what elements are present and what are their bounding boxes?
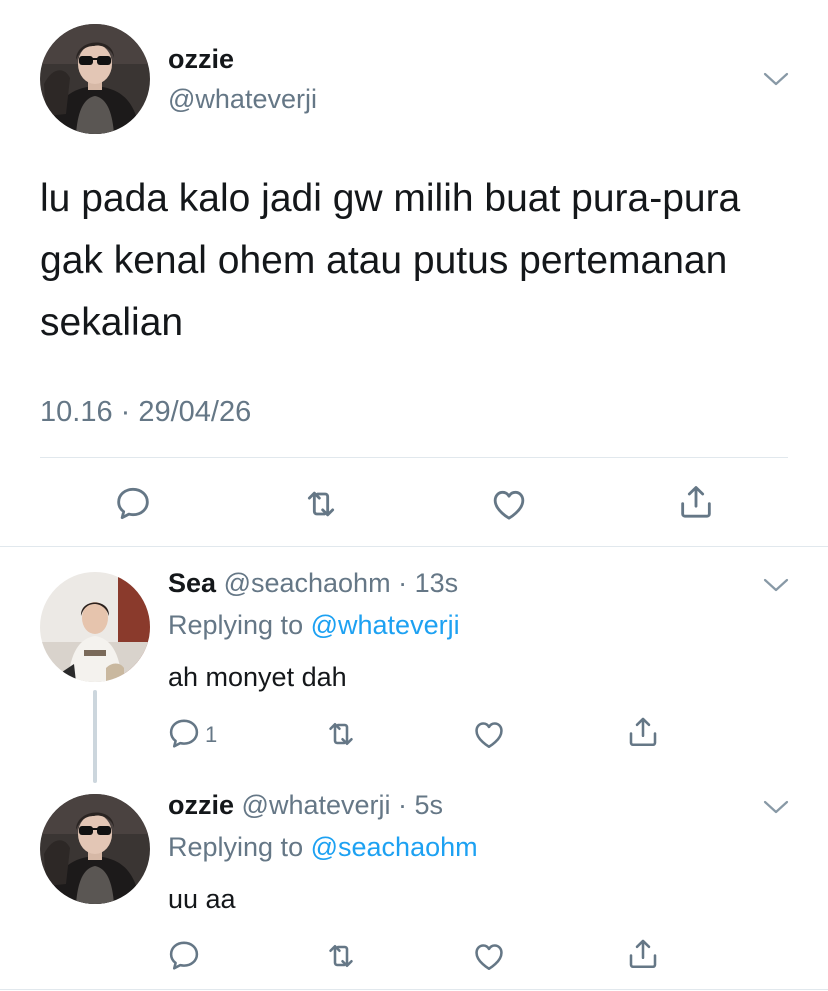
like-icon[interactable] xyxy=(489,484,529,524)
retweet-icon[interactable] xyxy=(323,938,359,974)
reply-author-handle[interactable]: @seachaohm xyxy=(224,568,391,598)
mention-link[interactable]: @whateverji xyxy=(311,610,460,640)
reply-time[interactable]: 13s xyxy=(415,568,459,598)
avatar[interactable] xyxy=(40,24,150,134)
author-name[interactable]: ozzie xyxy=(168,44,234,75)
avatar[interactable] xyxy=(40,794,150,904)
tweet-timestamp[interactable]: 10.16 · 29/04/26 xyxy=(40,396,251,429)
retweet-icon[interactable] xyxy=(301,484,341,524)
chevron-down-icon[interactable] xyxy=(762,798,790,816)
divider xyxy=(40,457,788,458)
share-icon[interactable] xyxy=(625,936,661,972)
reply-icon[interactable] xyxy=(166,716,202,752)
like-icon[interactable] xyxy=(471,716,507,752)
tweet-text: lu pada kalo jadi gw milih buat pura-pur… xyxy=(40,177,741,344)
reply-icon[interactable] xyxy=(166,938,202,974)
reply-text: uu aa xyxy=(168,884,236,914)
share-icon[interactable] xyxy=(676,482,716,522)
like-icon[interactable] xyxy=(471,938,507,974)
chevron-down-icon[interactable] xyxy=(762,576,790,594)
reply-header: ozzie @whateverji · 5s xyxy=(168,790,443,821)
replying-to: Replying to @seachaohm xyxy=(168,832,478,863)
chevron-down-icon[interactable] xyxy=(762,70,790,88)
reply-author-handle[interactable]: @whateverji xyxy=(242,790,391,820)
share-icon[interactable] xyxy=(625,714,661,750)
reply-header: Sea @seachaohm · 13s xyxy=(168,568,458,599)
divider xyxy=(0,989,828,990)
retweet-icon[interactable] xyxy=(323,716,359,752)
avatar[interactable] xyxy=(40,572,150,682)
reply-icon[interactable] xyxy=(113,484,153,524)
replying-to-label: Replying to xyxy=(168,610,304,640)
separator: · xyxy=(390,790,415,820)
author-handle[interactable]: @whateverji xyxy=(168,84,317,115)
reply-author-name[interactable]: ozzie xyxy=(168,790,234,820)
divider xyxy=(0,546,828,547)
replying-to-label: Replying to xyxy=(168,832,304,862)
mention-link[interactable]: @seachaohm xyxy=(311,832,478,862)
reply-author-name[interactable]: Sea xyxy=(168,568,216,598)
reply-text: ah monyet dah xyxy=(168,662,347,692)
reply-time[interactable]: 5s xyxy=(415,790,444,820)
thread-line xyxy=(93,690,97,783)
replying-to: Replying to @whateverji xyxy=(168,610,460,641)
reply-count: 1 xyxy=(205,722,218,747)
separator: · xyxy=(390,568,415,598)
